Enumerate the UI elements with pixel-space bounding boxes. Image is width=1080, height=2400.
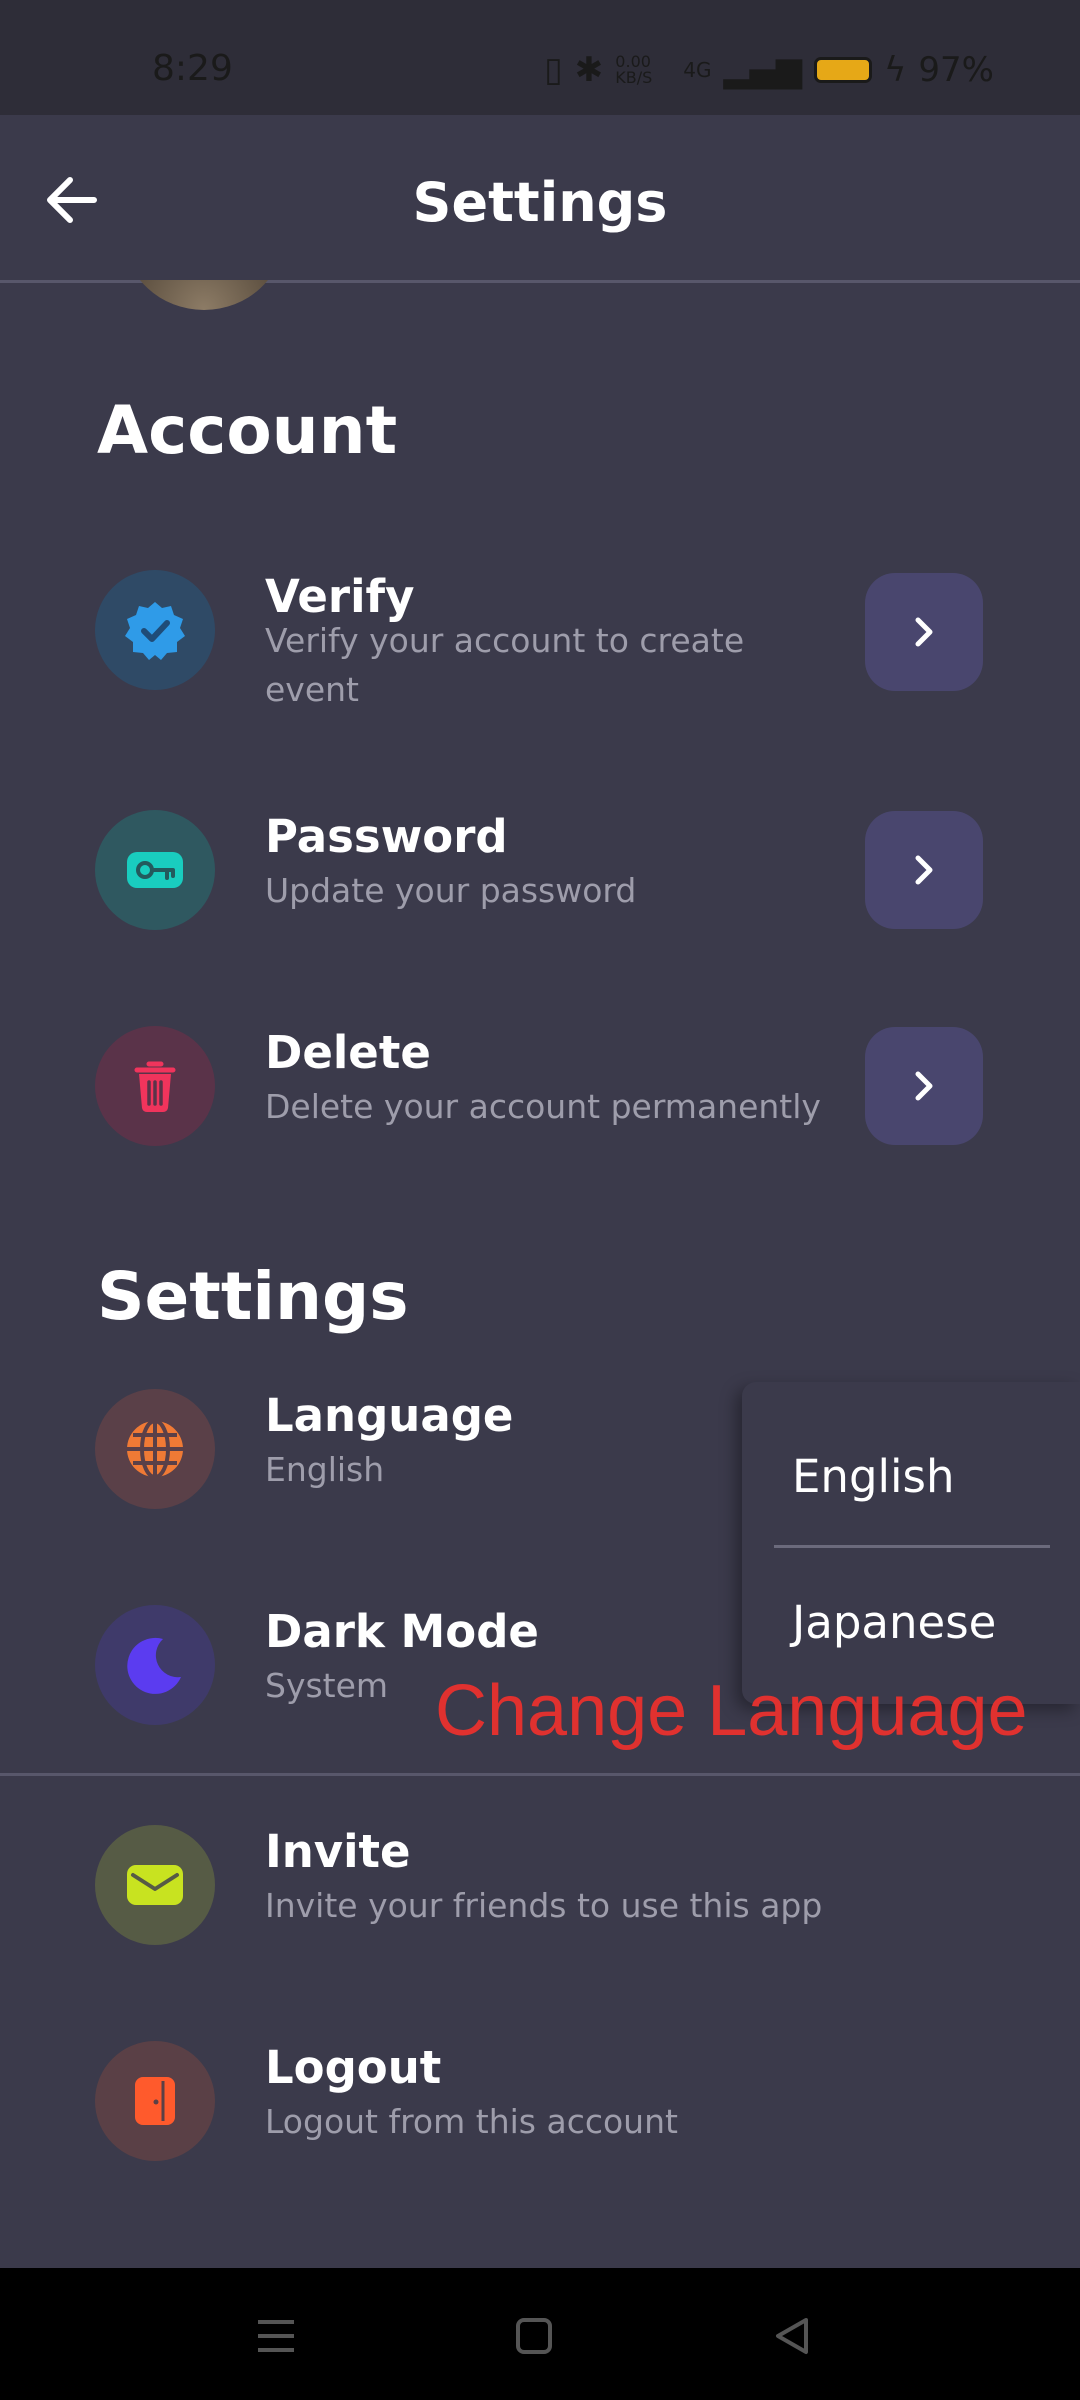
menu-nav-button[interactable] — [246, 2306, 306, 2366]
globe-icon — [95, 1389, 215, 1509]
signal-icon: ▂▄▆ — [723, 50, 802, 90]
settings-section-title: Settings — [97, 1258, 409, 1335]
logout-subtitle: Logout from this account — [265, 2102, 678, 2141]
verify-open-button[interactable] — [865, 573, 983, 691]
back-nav-button[interactable] — [762, 2306, 822, 2366]
language-title: Language — [265, 1389, 514, 1442]
delete-subtitle: Delete your account permanently — [265, 1087, 821, 1126]
menu-icon — [258, 2320, 294, 2352]
back-triangle-icon — [776, 2318, 808, 2354]
password-title: Password — [265, 810, 508, 863]
account-section-title: Account — [97, 392, 398, 469]
chevron-right-icon — [915, 617, 933, 647]
bluetooth-icon: ✱ — [574, 50, 604, 90]
net-speed: 0.00 KB/S — [615, 52, 653, 87]
logout-door-icon — [95, 2041, 215, 2161]
logout-title: Logout — [265, 2041, 442, 2094]
language-subtitle: English — [265, 1450, 385, 1489]
language-menu-divider — [774, 1545, 1050, 1548]
change-language-annotation: Change Language — [435, 1671, 1028, 1751]
invite-subtitle: Invite your friends to use this app — [265, 1886, 823, 1925]
app-header: Settings — [0, 115, 1080, 283]
password-subtitle: Update your password — [265, 871, 637, 910]
password-open-button[interactable] — [865, 811, 983, 929]
charging-icon: ϟ — [883, 50, 907, 90]
status-bar: 8:29 ▯ ✱ 0.00 KB/S 4G ▂▄▆ ϟ 97% — [0, 0, 1080, 115]
status-time: 8:29 — [152, 48, 233, 89]
battery-icon — [813, 57, 872, 83]
system-nav-bar — [0, 2268, 1080, 2400]
dark-mode-title: Dark Mode — [265, 1605, 539, 1658]
language-option-japanese[interactable]: Japanese — [792, 1596, 996, 1649]
language-option-english[interactable]: English — [792, 1450, 955, 1503]
trash-icon — [95, 1026, 215, 1146]
verified-badge-icon — [95, 570, 215, 690]
home-square-icon — [516, 2318, 552, 2354]
network-type: 4G — [683, 58, 712, 82]
home-nav-button[interactable] — [504, 2306, 564, 2366]
page-title: Settings — [412, 171, 668, 234]
language-menu: English Japanese — [742, 1382, 1080, 1704]
section-divider — [0, 1773, 1080, 1776]
delete-open-button[interactable] — [865, 1027, 983, 1145]
vibrate-icon: ▯ — [544, 50, 563, 90]
chevron-right-icon — [915, 1071, 933, 1101]
key-icon — [95, 810, 215, 930]
delete-title: Delete — [265, 1026, 431, 1079]
verify-subtitle: Verify your account to create event — [265, 621, 745, 709]
status-icons: ▯ ✱ 0.00 KB/S 4G ▂▄▆ ϟ 97% — [544, 50, 994, 90]
envelope-icon — [95, 1825, 215, 1945]
invite-title: Invite — [265, 1825, 411, 1878]
battery-percent: 97% — [918, 50, 994, 90]
chevron-right-icon — [915, 855, 933, 885]
moon-icon — [95, 1605, 215, 1725]
